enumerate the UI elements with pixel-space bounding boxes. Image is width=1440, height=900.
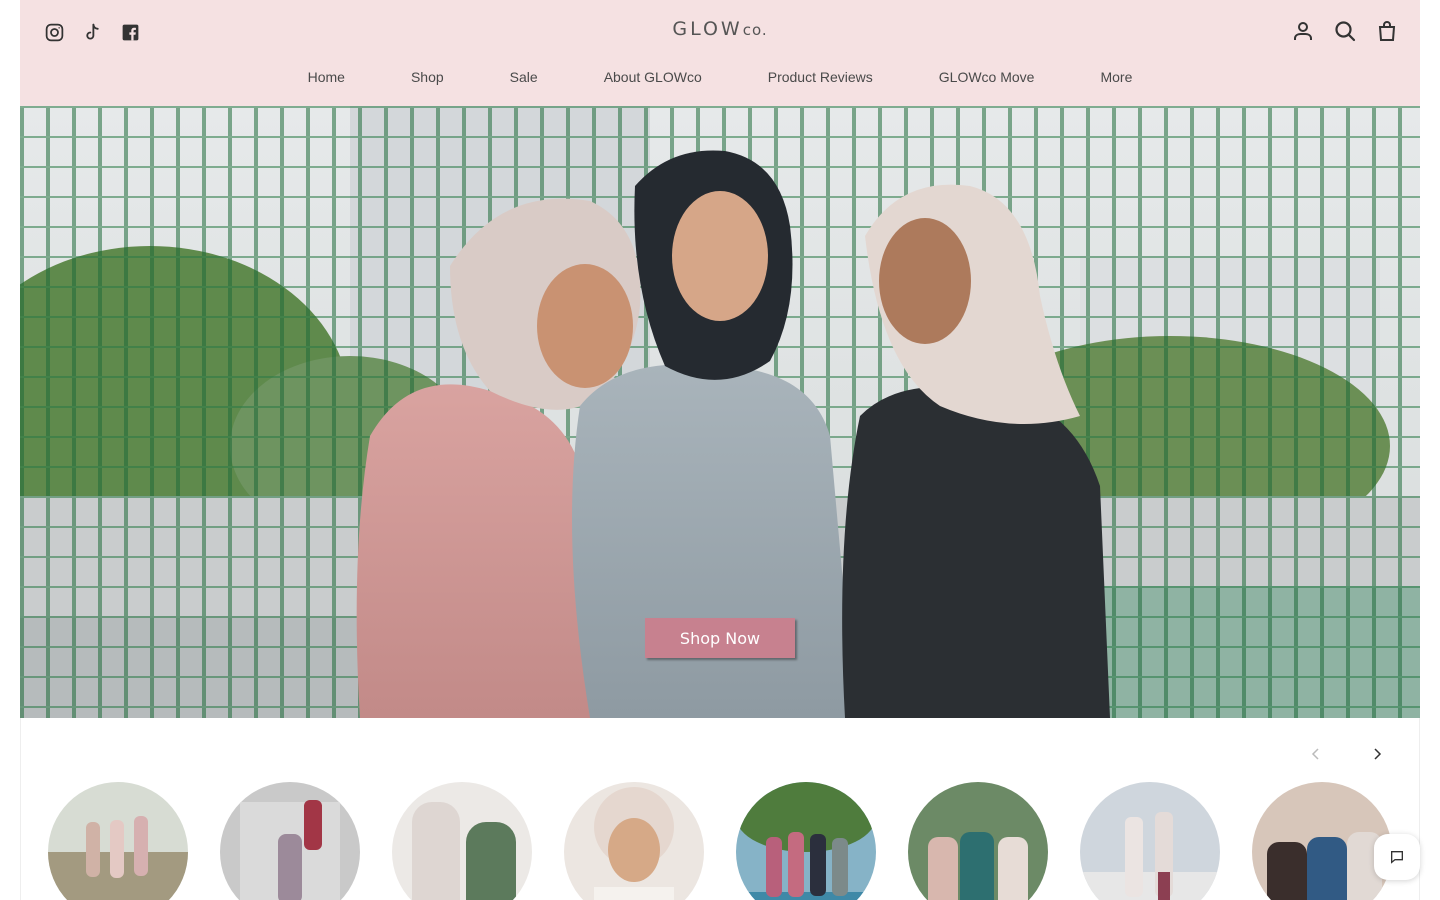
main-nav: Home Shop Sale About GLOWco Product Revi… bbox=[20, 69, 1420, 85]
nav-item-about[interactable]: About GLOWco bbox=[604, 69, 702, 85]
shopping-bag-icon[interactable] bbox=[1374, 17, 1400, 45]
nav-item-glowco-move[interactable]: GLOWco Move bbox=[939, 69, 1035, 85]
chevron-left-icon[interactable] bbox=[1306, 744, 1326, 764]
collection-thumbnail[interactable] bbox=[564, 782, 704, 900]
site-logo[interactable]: GLOWco. bbox=[20, 18, 1420, 40]
logo-suffix: co. bbox=[742, 21, 768, 39]
collection-thumbnail[interactable] bbox=[736, 782, 876, 900]
nav-item-sale[interactable]: Sale bbox=[510, 69, 538, 85]
account-icon[interactable] bbox=[1290, 17, 1316, 45]
chat-bubble-icon bbox=[1391, 851, 1403, 864]
hero-banner: Shop Now bbox=[20, 106, 1420, 718]
chevron-right-icon[interactable] bbox=[1367, 744, 1387, 764]
site-header: GLOWco. Home Shop Sale About GLOWco Prod… bbox=[20, 0, 1420, 106]
chat-button[interactable] bbox=[1374, 834, 1420, 880]
search-icon[interactable] bbox=[1332, 17, 1358, 45]
nav-item-more[interactable]: More bbox=[1100, 69, 1132, 85]
nav-item-product-reviews[interactable]: Product Reviews bbox=[768, 69, 873, 85]
shop-now-button[interactable]: Shop Now bbox=[645, 618, 795, 658]
collection-thumbnail[interactable] bbox=[1252, 782, 1392, 900]
collection-thumbnail[interactable] bbox=[220, 782, 360, 900]
nav-item-home[interactable]: Home bbox=[308, 69, 345, 85]
nav-item-shop[interactable]: Shop bbox=[411, 69, 444, 85]
collection-thumbnail[interactable] bbox=[392, 782, 532, 900]
collection-carousel bbox=[48, 782, 1392, 900]
logo-main: GLOW bbox=[672, 18, 743, 40]
header-actions bbox=[1290, 17, 1400, 45]
collection-thumbnail[interactable] bbox=[1080, 782, 1220, 900]
collection-thumbnail[interactable] bbox=[48, 782, 188, 900]
collection-thumbnail[interactable] bbox=[908, 782, 1048, 900]
